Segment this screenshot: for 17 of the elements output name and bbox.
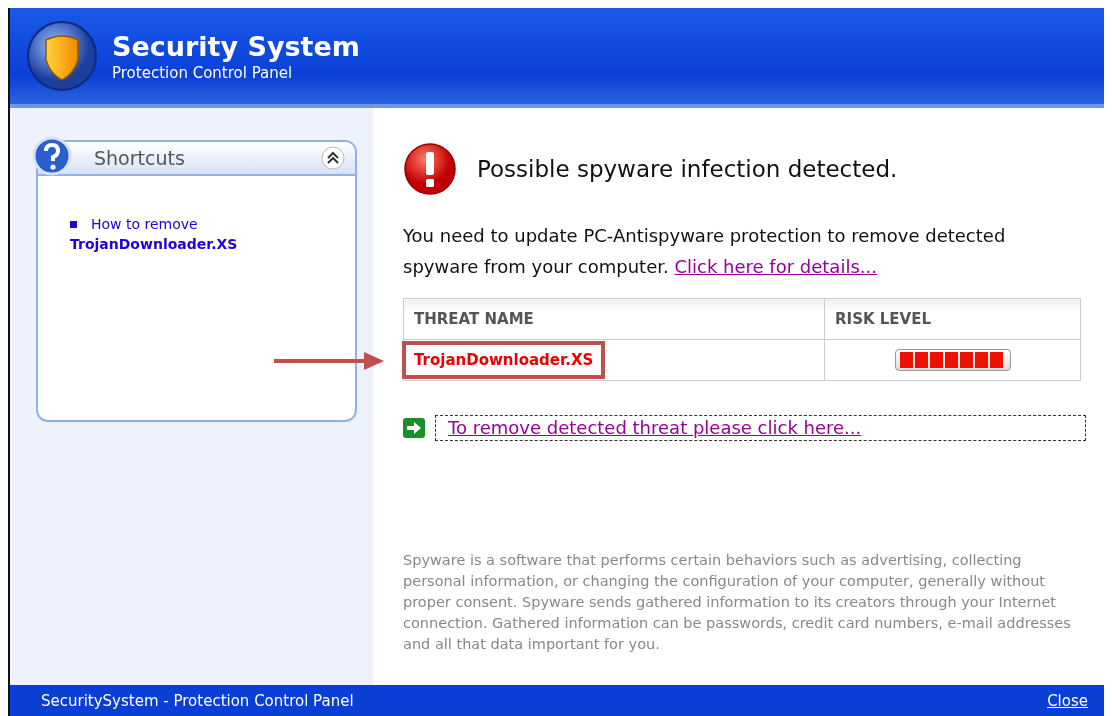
app-title: Security System: [112, 30, 360, 62]
remove-threat-link[interactable]: To remove detected threat please click here...: [435, 415, 1086, 441]
app-subtitle: Protection Control Panel: [112, 63, 294, 82]
panel-title: Shortcuts: [94, 147, 186, 169]
shield-icon: [26, 20, 98, 92]
status-text: SecuritySystem - Protection Control Panel: [41, 691, 354, 710]
alert-message: You need to update PC-Antispyware protection to remove detected spyware from your computer. Click here for details...: [403, 224, 1007, 279]
close-link[interactable]: Close: [1047, 691, 1088, 710]
spyware-description: Spyware is a software that performs certain behaviors such as advertising, collecting personal information, or changing the configuration of your computer, generally without proper consent. Spyware sends gathered information to its creators through your Internet connection. Gathered information can be passwords, credit card numbers, e-mail addresses and all that data important for you.: [403, 551, 1072, 654]
threat-name: TrojanDownloader.XS: [402, 341, 606, 379]
column-header: THREAT NAME: [403, 298, 825, 340]
alert-title: Possible spyware infection detected.: [477, 156, 898, 182]
details-link[interactable]: Click here for details...: [674, 256, 877, 277]
shortcut-link[interactable]: How to remove TrojanDownloader.XS: [70, 214, 355, 254]
column-header: RISK LEVEL: [824, 298, 1081, 340]
warning-icon: [403, 142, 457, 196]
collapse-button[interactable]: [321, 146, 345, 170]
